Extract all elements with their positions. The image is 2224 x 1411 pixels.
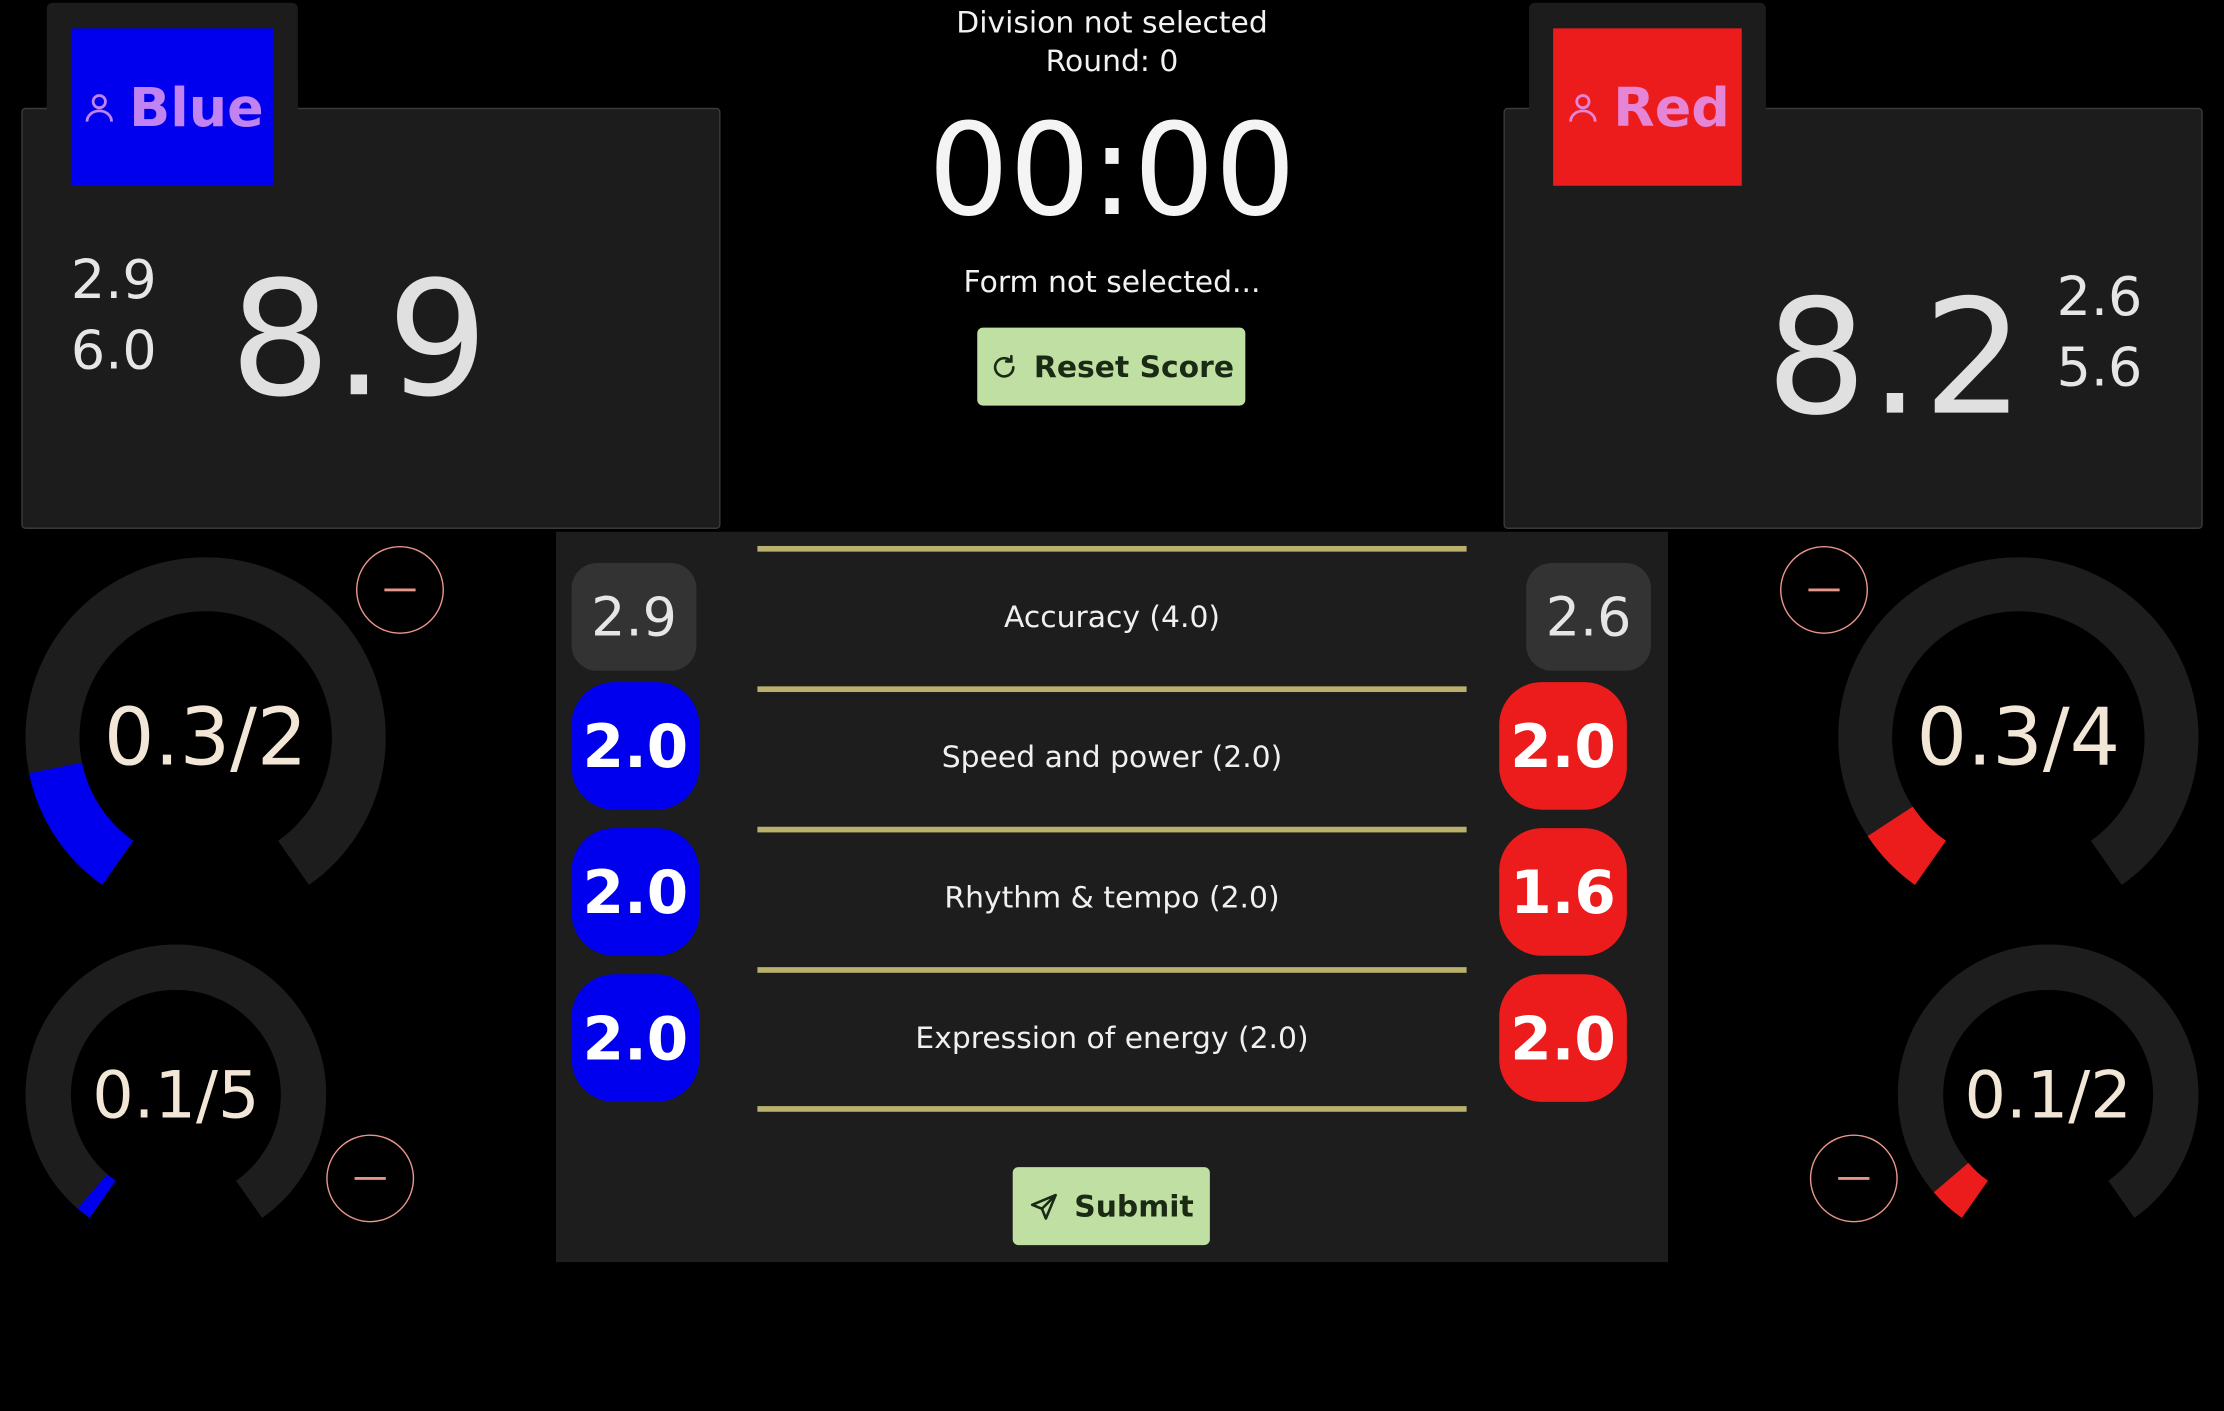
red-presentation-score: 5.6 — [2056, 336, 2143, 399]
round-label: Round: 0 — [1045, 43, 1179, 78]
criteria-divider — [757, 545, 1467, 552]
criteria-divider — [757, 686, 1467, 693]
blue-competitor-tag: Blue — [70, 28, 274, 186]
blue-gauge-top-minus-button[interactable] — [356, 545, 444, 634]
blue-deduction-gauge-bottom: 0.1/5 — [25, 944, 327, 1245]
blue-gauge-top-label: 0.3/2 — [103, 691, 308, 784]
red-gauge-bottom-minus-button[interactable] — [1809, 1134, 1898, 1223]
scoreboard-screen: Blue 2.9 6.0 8.9 Red 8.2 2.6 5.6 Divisio… — [0, 0, 2224, 1411]
person-icon — [1569, 93, 1598, 122]
red-gauge-bottom-label: 0.1/2 — [1964, 1056, 2132, 1134]
blue-expression-energy-value[interactable]: 2.0 — [571, 974, 700, 1102]
red-accuracy-value[interactable]: 2.6 — [1526, 562, 1651, 671]
red-rhythm-tempo-value[interactable]: 1.6 — [1499, 828, 1627, 956]
send-icon — [1031, 1193, 1058, 1220]
blue-total-score: 8.9 — [229, 248, 491, 433]
blue-accuracy-value[interactable]: 2.9 — [571, 562, 697, 671]
reset-score-button[interactable]: Reset Score — [977, 327, 1246, 406]
blue-gauge-bottom-minus-button[interactable] — [326, 1134, 415, 1223]
person-icon — [85, 93, 114, 122]
red-accuracy-score: 2.6 — [2056, 265, 2143, 328]
form-label: Form not selected... — [963, 265, 1261, 300]
red-total-score: 8.2 — [1765, 266, 2028, 451]
red-speed-power-value[interactable]: 2.0 — [1499, 682, 1627, 810]
criteria-label-rhythm-tempo: Rhythm & tempo (2.0) — [944, 880, 1280, 915]
match-timer: 00:00 — [928, 96, 1296, 246]
division-label: Division not selected — [956, 5, 1268, 40]
submit-label: Submit — [1074, 1189, 1194, 1224]
blue-deduction-gauge-top: 0.3/2 — [25, 557, 386, 917]
blue-accuracy-score: 2.9 — [70, 248, 157, 311]
red-gauge-top-label: 0.3/4 — [1916, 691, 2121, 784]
blue-gauge-bottom-label: 0.1/5 — [92, 1056, 260, 1134]
refresh-icon — [993, 354, 1015, 377]
criteria-label-accuracy: Accuracy (4.0) — [1003, 599, 1221, 634]
blue-name: Blue — [129, 75, 264, 139]
blue-rhythm-tempo-value[interactable]: 2.0 — [571, 828, 700, 956]
criteria-label-speed-power: Speed and power (2.0) — [941, 740, 1283, 775]
red-gauge-top-minus-button[interactable] — [1780, 545, 1868, 634]
red-expression-energy-value[interactable]: 2.0 — [1499, 974, 1627, 1102]
criteria-divider — [757, 1106, 1467, 1112]
blue-presentation-score: 6.0 — [70, 319, 157, 382]
criteria-divider — [757, 826, 1467, 833]
red-competitor-tag: Red — [1553, 28, 1742, 186]
criteria-label-expression-energy: Expression of energy (2.0) — [915, 1021, 1309, 1056]
submit-button[interactable]: Submit — [1012, 1167, 1210, 1246]
red-name: Red — [1613, 75, 1730, 139]
reset-score-label: Reset Score — [1033, 349, 1235, 384]
criteria-panel: 2.9 Accuracy (4.0) 2.6 2.0 Speed and pow… — [556, 531, 1669, 1263]
blue-speed-power-value[interactable]: 2.0 — [571, 682, 700, 810]
red-deduction-gauge-top: 0.3/4 — [1838, 557, 2199, 917]
criteria-divider — [757, 967, 1467, 973]
red-deduction-gauge-bottom: 0.1/2 — [1897, 944, 2199, 1245]
